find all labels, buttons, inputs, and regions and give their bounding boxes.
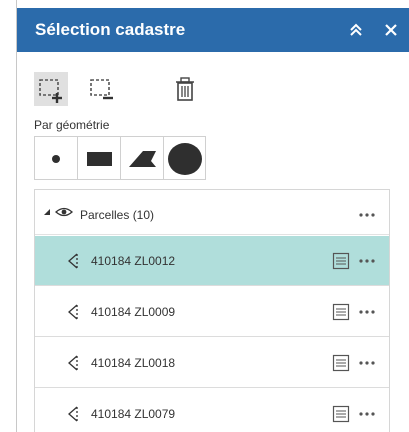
polygon-outline-icon [68,406,78,422]
geometry-label: Par géométrie [34,118,110,132]
circle-shape-button[interactable] [163,136,206,180]
polygon-outline-icon [68,304,78,320]
group-label: Parcelles (10) [80,208,155,222]
expanded-triangle-icon[interactable] [43,208,51,216]
parcel-row[interactable]: 410184 ZL0012 [35,236,389,286]
polygon-icon [129,151,156,167]
more-options-icon[interactable] [357,204,377,224]
attribute-table-icon[interactable] [332,303,350,321]
close-icon[interactable] [379,18,403,42]
rectangle-icon [87,152,112,166]
parcel-label: 410184 ZL0009 [91,305,176,319]
parcel-label: 410184 ZL0018 [91,356,176,370]
attribute-table-icon[interactable] [332,405,350,423]
panel-title: Sélection cadastre [35,20,186,39]
more-options-icon[interactable] [357,403,377,423]
more-options-icon[interactable] [357,301,377,321]
more-options-icon[interactable] [357,352,377,372]
parcel-tree: Parcelles (10) 410184 ZL0012 410184 ZL00… [34,189,390,432]
select-remove-button[interactable] [85,72,119,106]
panel-header: Sélection cadastre [17,8,409,52]
trash-icon [176,77,194,101]
parcel-label: 410184 ZL0079 [91,407,176,421]
polygon-outline-icon [68,253,78,269]
circle-icon [168,143,202,175]
cadastre-selection-panel: Sélection cadastre Par géométrie Parcell… [16,0,409,432]
geometry-shape-group [34,136,206,180]
more-options-icon[interactable] [357,250,377,270]
parcel-row[interactable]: 410184 ZL0018 [35,338,389,388]
parcel-row[interactable]: 410184 ZL0009 [35,287,389,337]
select-remove-icon [90,79,113,100]
point-shape-button[interactable] [34,136,77,180]
eye-icon[interactable] [55,206,73,218]
collapse-chevrons-up-icon[interactable] [344,18,368,42]
polygon-shape-button[interactable] [120,136,163,180]
clear-selection-button[interactable] [168,72,202,106]
select-add-icon [39,79,62,103]
polygon-outline-icon [68,355,78,371]
point-icon [52,155,60,163]
tree-group-parcelles[interactable]: Parcelles (10) [35,190,389,235]
attribute-table-icon[interactable] [332,252,350,270]
parcel-label: 410184 ZL0012 [91,254,176,268]
rectangle-shape-button[interactable] [77,136,120,180]
attribute-table-icon[interactable] [332,354,350,372]
parcel-row[interactable]: 410184 ZL0079 [35,389,389,432]
select-add-button[interactable] [34,72,68,106]
